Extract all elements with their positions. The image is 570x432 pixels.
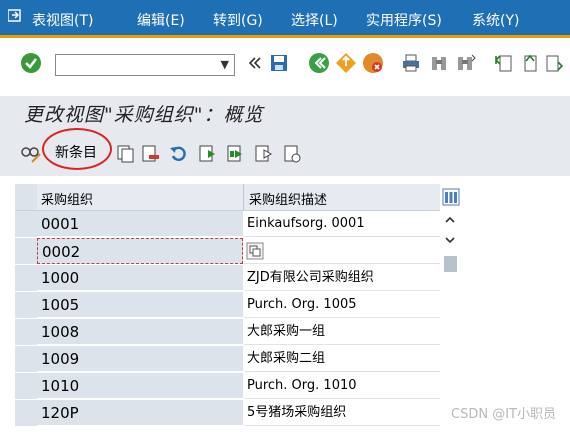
- find-next-icon[interactable]: [455, 52, 477, 74]
- menu-system[interactable]: 系统(Y): [472, 10, 519, 30]
- row-selector[interactable]: [15, 319, 37, 346]
- table-header: 采购组织 采购组织描述: [15, 184, 440, 211]
- purchasing-org-description[interactable]: 5号猪场采购组织: [244, 400, 440, 426]
- scroll-thumb[interactable]: [444, 256, 457, 272]
- purchasing-org-code[interactable]: 1000: [37, 265, 243, 291]
- print-icon[interactable]: [400, 52, 422, 74]
- table-row[interactable]: 1005 Purch. Org. 1005: [15, 292, 440, 319]
- purchasing-org-code[interactable]: 1009: [37, 346, 243, 372]
- purchasing-org-code[interactable]: 1010: [37, 373, 243, 399]
- menu-table-view[interactable]: 表视图(T): [32, 10, 93, 30]
- table-row[interactable]: 1008 大郎采购一组: [15, 319, 440, 346]
- variant-icon[interactable]: [283, 144, 303, 164]
- watermark: CSDN @IT小职员: [451, 407, 556, 422]
- chevron-down-icon[interactable]: ▼: [221, 58, 229, 71]
- next-page-icon[interactable]: [543, 52, 565, 74]
- scroll-down-icon[interactable]: [444, 234, 456, 246]
- copy-as-icon[interactable]: [116, 144, 136, 164]
- table-row[interactable]: 0002: [15, 238, 440, 265]
- highlight-ring: [42, 128, 112, 170]
- previous-page-icon[interactable]: [518, 52, 540, 74]
- purchasing-org-description[interactable]: Purch. Org. 1005: [244, 292, 440, 318]
- double-chevron-left-icon[interactable]: [243, 52, 265, 74]
- purchasing-org-code[interactable]: 1005: [37, 292, 243, 318]
- back-icon[interactable]: [308, 52, 330, 74]
- purchasing-org-description[interactable]: 大郎采购一组: [244, 319, 440, 345]
- purchasing-org-description[interactable]: ZJD有限公司采购组织: [244, 265, 440, 291]
- title-bar: 更改视图"采购组织"：概览: [0, 96, 570, 132]
- cancel-icon[interactable]: [362, 52, 384, 74]
- column-header-code[interactable]: 采购组织: [41, 189, 93, 208]
- menu-edit[interactable]: 编辑(E): [137, 10, 185, 30]
- display-change-icon[interactable]: [20, 144, 42, 164]
- enter-check-icon[interactable]: [20, 52, 42, 74]
- row-selector[interactable]: [15, 238, 37, 265]
- row-selector[interactable]: [15, 265, 37, 292]
- purchasing-org-code[interactable]: 120P: [37, 400, 243, 426]
- window-menu-icon[interactable]: [8, 9, 22, 23]
- row-selector[interactable]: [15, 211, 37, 238]
- select-all-icon[interactable]: [198, 144, 218, 164]
- menu-utilities[interactable]: 实用程序(S): [366, 10, 442, 30]
- undo-change-icon[interactable]: [168, 144, 188, 164]
- menu-bar: 表视图(T) 编辑(E) 转到(G) 选择(L) 实用程序(S) 系统(Y): [0, 0, 570, 38]
- find-icon[interactable]: [428, 52, 450, 74]
- table-row[interactable]: 120P 5号猪场采购组织: [15, 400, 440, 427]
- exit-icon[interactable]: [335, 52, 357, 74]
- table-row[interactable]: 0001 Einkaufsorg. 0001: [15, 211, 440, 238]
- table-row[interactable]: 1009 大郎采购二组: [15, 346, 440, 373]
- purchasing-org-code[interactable]: 0001: [37, 211, 243, 237]
- menu-goto[interactable]: 转到(G): [213, 10, 263, 30]
- command-field[interactable]: ▼: [55, 54, 235, 76]
- deselect-all-icon[interactable]: [254, 144, 274, 164]
- select-all-cell[interactable]: [15, 184, 37, 210]
- purchasing-org-description[interactable]: Einkaufsorg. 0001: [244, 211, 440, 237]
- row-selector[interactable]: [15, 400, 37, 427]
- first-page-icon[interactable]: [493, 52, 515, 74]
- table-row[interactable]: 1000 ZJD有限公司采购组织: [15, 265, 440, 292]
- column-settings-icon[interactable]: [442, 188, 460, 206]
- purchasing-org-code[interactable]: 1008: [37, 319, 243, 345]
- column-header-description[interactable]: 采购组织描述: [249, 189, 327, 208]
- purchasing-org-description[interactable]: 大郎采购二组: [244, 346, 440, 372]
- save-icon[interactable]: [268, 52, 290, 74]
- row-selector[interactable]: [15, 373, 37, 400]
- select-block-icon[interactable]: [226, 144, 246, 164]
- purchasing-org-description[interactable]: [244, 238, 440, 264]
- scroll-up-icon[interactable]: [444, 214, 456, 226]
- row-selector[interactable]: [15, 346, 37, 373]
- menu-selection[interactable]: 选择(L): [291, 10, 338, 30]
- table-row[interactable]: 1010 Purch. Org. 1010: [15, 373, 440, 400]
- purchasing-org-description[interactable]: Purch. Org. 1010: [244, 373, 440, 399]
- column-divider: [243, 184, 244, 210]
- purchasing-org-code[interactable]: 0002: [37, 238, 243, 264]
- delete-icon[interactable]: [141, 144, 161, 164]
- row-selector[interactable]: [15, 292, 37, 319]
- vertical-scrollbar[interactable]: [440, 210, 460, 432]
- copy-icon: [246, 242, 264, 260]
- page-title: 更改视图"采购组织"：概览: [24, 104, 264, 126]
